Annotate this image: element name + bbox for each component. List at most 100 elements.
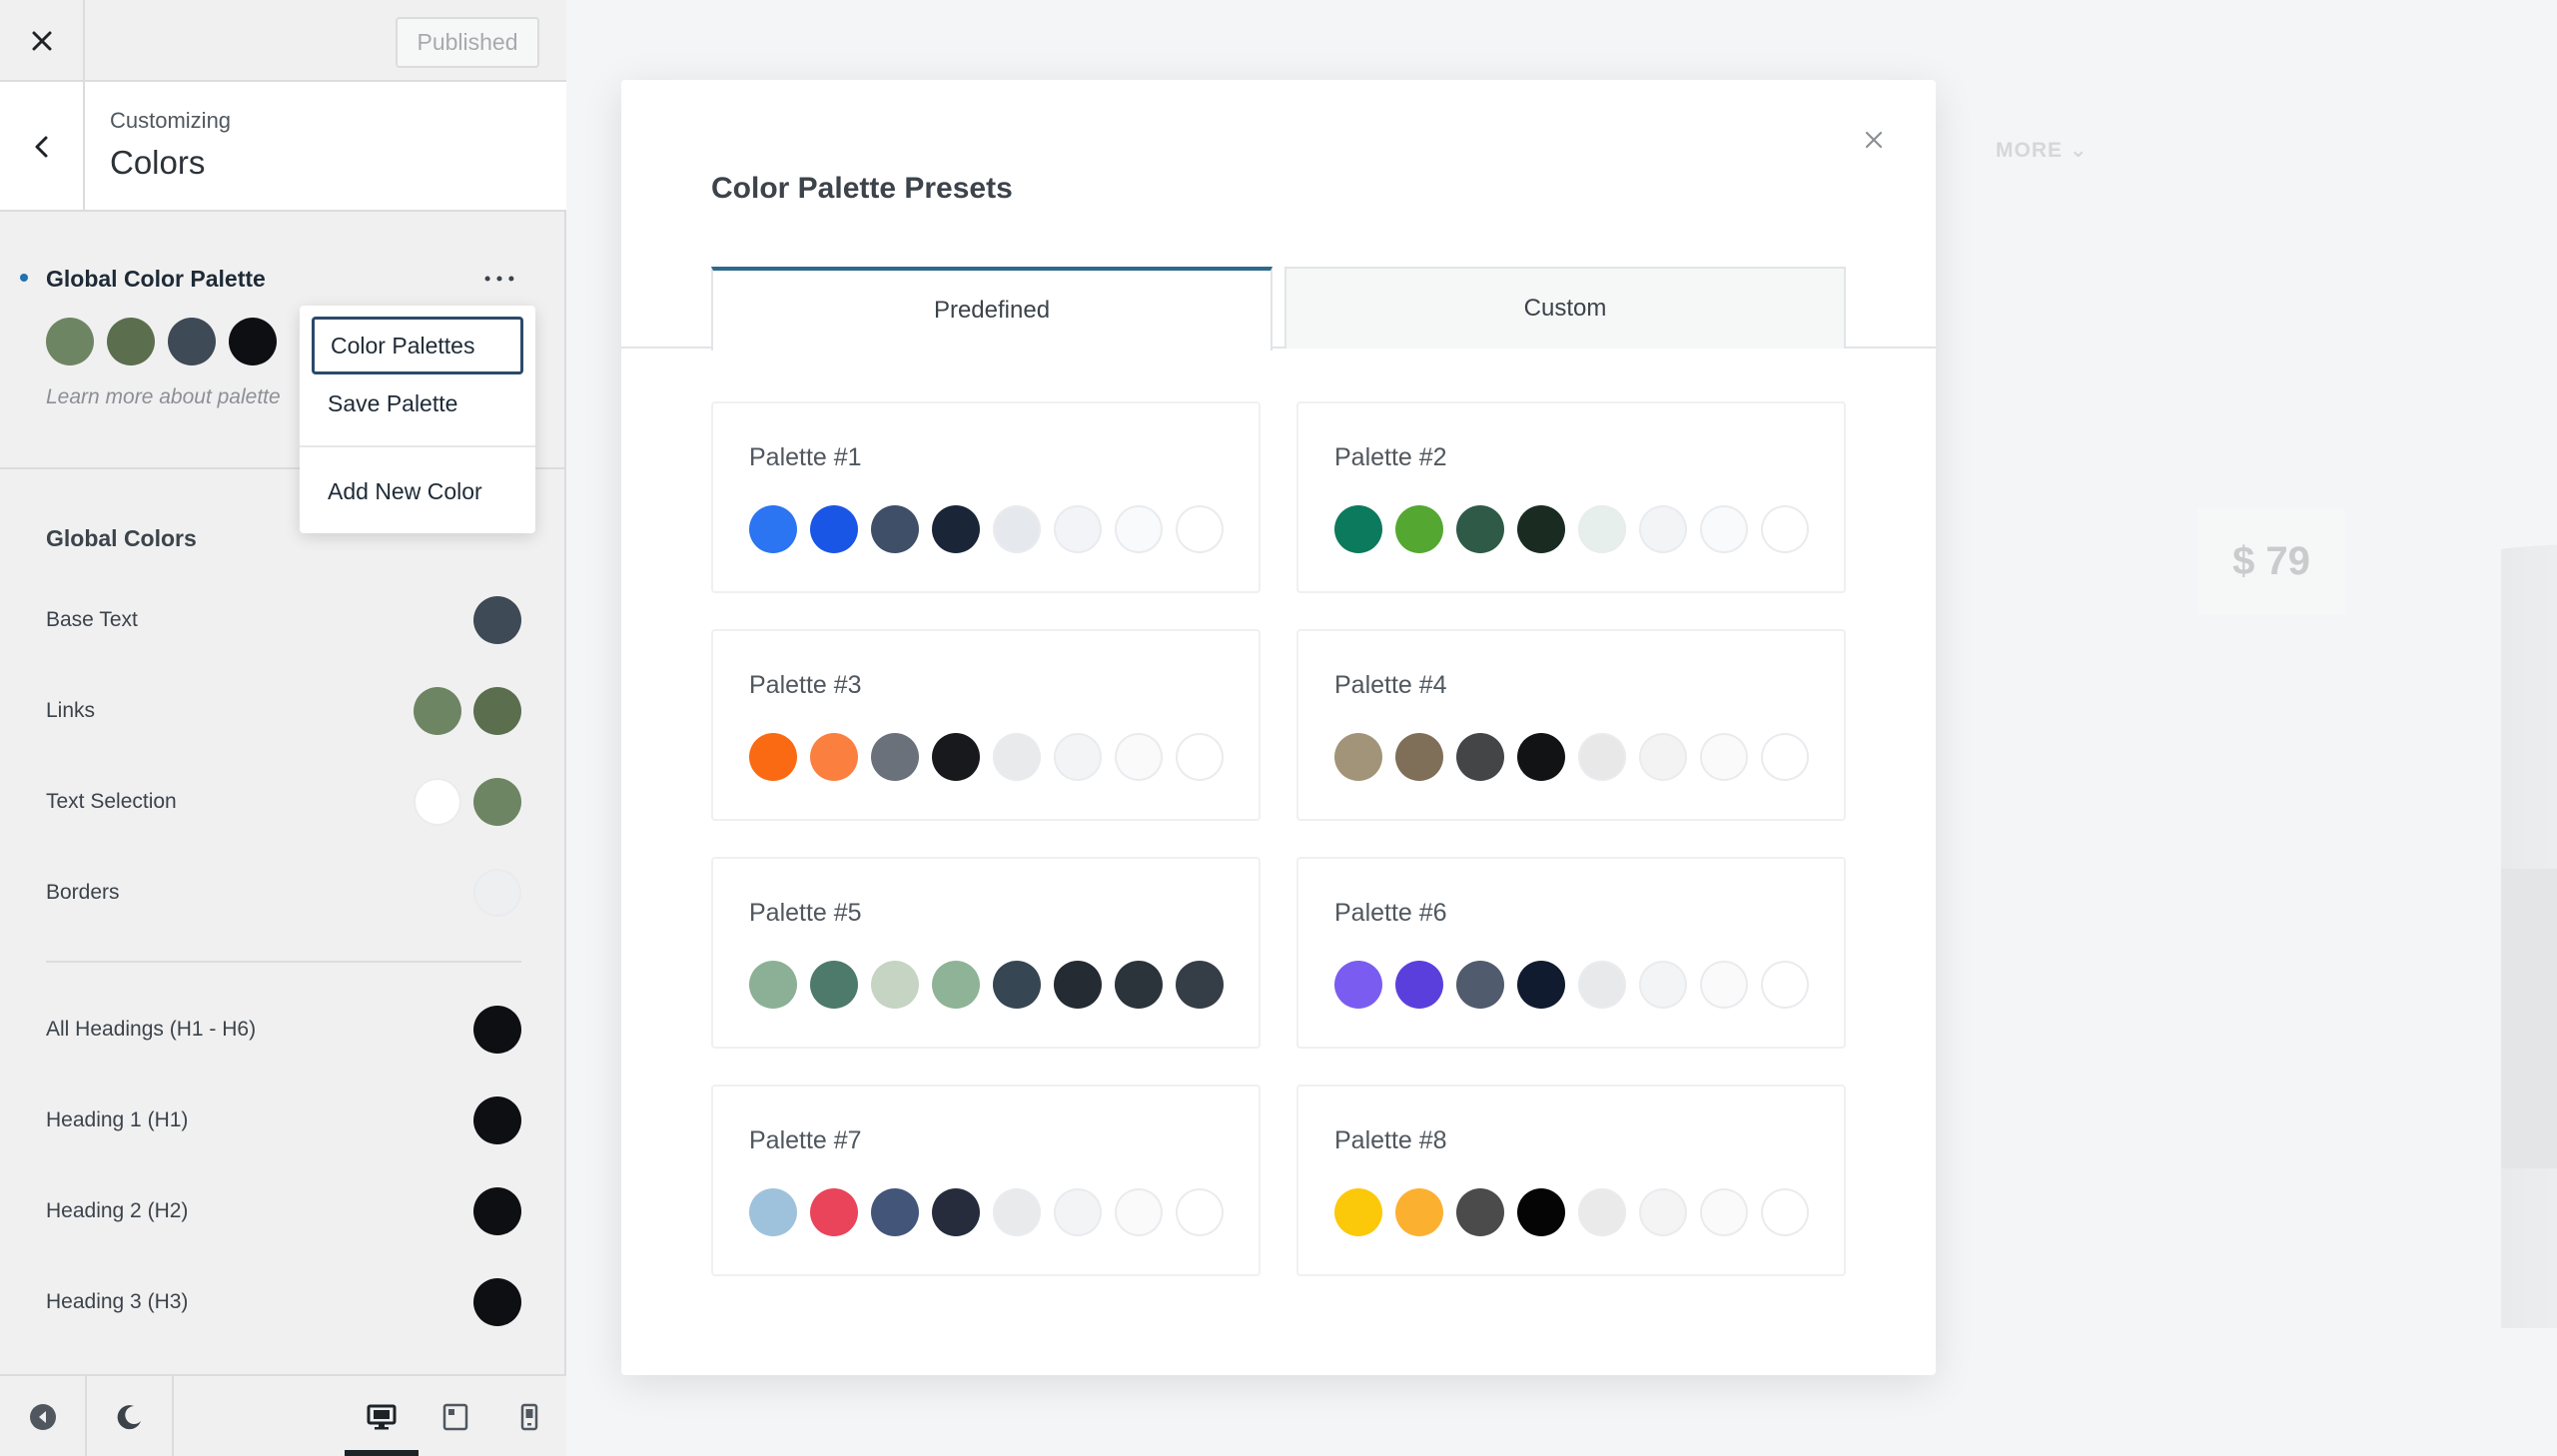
preview-desktop-button[interactable] <box>345 1376 419 1456</box>
palette-swatches <box>749 505 1224 553</box>
customizing-label: Customizing <box>110 108 232 133</box>
color-setting-row: Heading 2 (H2) <box>46 1186 521 1236</box>
modal-title: Color Palette Presets <box>711 172 1013 205</box>
palette-swatch <box>1115 1188 1163 1236</box>
menu-item-add-new-color[interactable]: Add New Color <box>312 462 523 520</box>
global-palette-swatch[interactable] <box>46 318 94 365</box>
menu-item-color-palettes[interactable]: Color Palettes <box>312 317 523 374</box>
palette-card[interactable]: Palette #8 <box>1296 1085 1846 1276</box>
palette-swatch <box>1054 505 1102 553</box>
tab-predefined[interactable]: Predefined <box>711 267 1273 351</box>
tab-custom[interactable]: Custom <box>1284 267 1846 349</box>
palette-card[interactable]: Palette #5 <box>711 857 1261 1049</box>
palette-swatch <box>1517 961 1565 1009</box>
palette-swatch <box>1054 1188 1102 1236</box>
palette-swatch <box>1456 1188 1504 1236</box>
palette-swatch <box>1115 961 1163 1009</box>
menu-item-save-palette[interactable]: Save Palette <box>312 374 523 432</box>
color-picker-swatch[interactable] <box>473 778 521 826</box>
color-picker-swatch[interactable] <box>473 869 521 917</box>
palette-swatch <box>1700 733 1748 781</box>
price-tag: $ 79 <box>2197 507 2345 615</box>
palette-swatch <box>1761 1188 1809 1236</box>
palette-swatch <box>993 1188 1041 1236</box>
global-palette-swatches <box>46 318 277 365</box>
preview-tablet-button[interactable] <box>419 1376 492 1456</box>
dark-mode-toggle[interactable] <box>87 1376 172 1456</box>
palette-swatch <box>1456 505 1504 553</box>
color-picker-swatch[interactable] <box>473 1187 521 1235</box>
palette-swatch <box>993 961 1041 1009</box>
palette-swatch <box>1700 505 1748 553</box>
palette-swatch <box>871 505 919 553</box>
global-palette-swatch[interactable] <box>168 318 216 365</box>
back-button[interactable] <box>0 82 85 212</box>
palette-card[interactable]: Palette #2 <box>1296 401 1846 593</box>
color-picker-swatch[interactable] <box>473 1096 521 1144</box>
palette-swatch <box>1115 505 1163 553</box>
palette-swatch <box>1395 733 1443 781</box>
palette-swatch <box>749 505 797 553</box>
color-picker-swatch[interactable] <box>473 687 521 735</box>
palette-card[interactable]: Palette #7 <box>711 1085 1261 1276</box>
palette-swatch <box>932 1188 980 1236</box>
color-picker-swatch[interactable] <box>414 778 461 826</box>
palette-swatch <box>1334 961 1382 1009</box>
published-button[interactable]: Published <box>396 17 539 68</box>
color-setting-label: Text Selection <box>46 790 177 813</box>
color-setting-label: All Headings (H1 - H6) <box>46 1018 257 1041</box>
palette-swatch <box>1334 733 1382 781</box>
palette-swatch <box>871 961 919 1009</box>
color-picker-group <box>473 869 521 917</box>
color-setting-label: Heading 3 (H3) <box>46 1290 189 1313</box>
customizer-sidebar: Published Customizing Colors Global Colo… <box>0 0 566 1456</box>
palette-card[interactable]: Palette #4 <box>1296 629 1846 821</box>
palette-swatches <box>749 733 1224 781</box>
color-picker-swatch[interactable] <box>473 1278 521 1326</box>
palette-swatch <box>810 1188 858 1236</box>
palette-swatch <box>1176 961 1224 1009</box>
collapse-sidebar-button[interactable] <box>0 1376 85 1456</box>
learn-more-link[interactable]: Learn more about palette <box>46 385 281 409</box>
palette-card[interactable]: Palette #6 <box>1296 857 1846 1049</box>
palette-swatch <box>871 733 919 781</box>
palette-swatch <box>1395 1188 1443 1236</box>
palette-swatch <box>1054 733 1102 781</box>
color-picker-swatch[interactable] <box>473 596 521 644</box>
palette-swatch <box>1517 733 1565 781</box>
sidebar-footer <box>0 1374 566 1456</box>
palette-swatch <box>1334 1188 1382 1236</box>
chevron-left-icon <box>35 136 47 158</box>
palette-swatch <box>1761 961 1809 1009</box>
close-customizer-button[interactable] <box>0 0 85 82</box>
sidebar-top-bar: Published <box>0 0 566 82</box>
color-picker-swatch[interactable] <box>414 687 461 735</box>
palette-swatch <box>1578 733 1626 781</box>
modal-close-button[interactable] <box>1854 120 1894 160</box>
palette-name: Palette #3 <box>749 671 862 699</box>
preview-mobile-button[interactable] <box>492 1376 566 1456</box>
palette-swatch <box>1176 733 1224 781</box>
color-picker-group <box>473 1187 521 1235</box>
color-setting-label: Heading 2 (H2) <box>46 1199 189 1222</box>
divider <box>172 1376 174 1456</box>
global-palette-swatch[interactable] <box>229 318 277 365</box>
desktop-icon <box>367 1404 397 1430</box>
palette-options-button[interactable] <box>479 262 519 296</box>
palette-card[interactable]: Palette #3 <box>711 629 1261 821</box>
color-picker-swatch[interactable] <box>473 1006 521 1054</box>
nav-more: MORE ⌄ <box>1996 139 2089 162</box>
palette-swatch <box>810 961 858 1009</box>
nav-more-label: MORE <box>1996 139 2063 162</box>
global-palette-swatch[interactable] <box>107 318 155 365</box>
palette-swatch <box>932 961 980 1009</box>
modified-indicator-dot <box>20 274 28 282</box>
palette-swatches <box>749 1188 1224 1236</box>
color-setting-row: All Headings (H1 - H6) <box>46 1005 521 1055</box>
palette-swatch <box>1700 961 1748 1009</box>
color-picker-group <box>473 596 521 644</box>
global-colors-title: Global Colors <box>46 525 197 551</box>
palette-card[interactable]: Palette #1 <box>711 401 1261 593</box>
mobile-icon <box>520 1403 538 1431</box>
divider <box>46 961 521 963</box>
